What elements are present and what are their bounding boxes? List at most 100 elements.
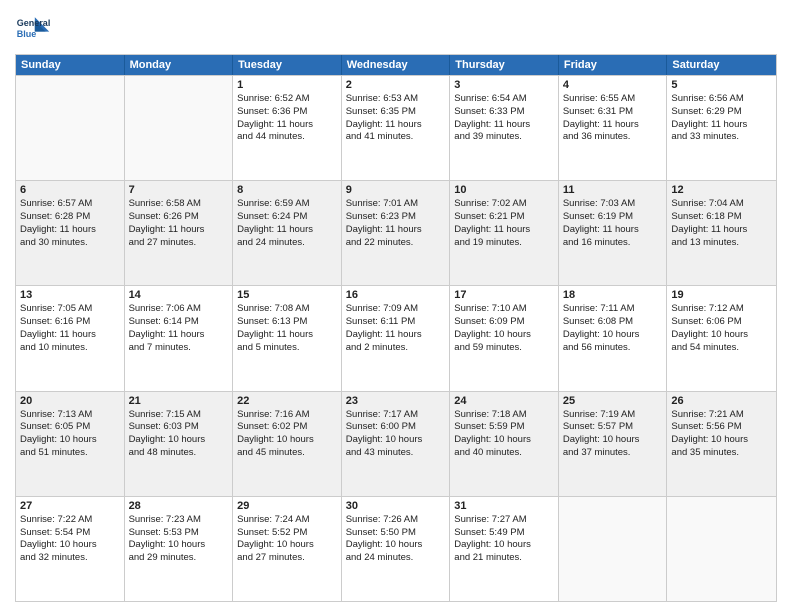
logo: General Blue bbox=[15, 10, 51, 46]
day-number: 12 bbox=[671, 184, 772, 196]
cell-info-line: Sunset: 6:13 PM bbox=[237, 316, 337, 329]
calendar-cell bbox=[125, 76, 234, 180]
calendar-cell: 17Sunrise: 7:10 AMSunset: 6:09 PMDayligh… bbox=[450, 286, 559, 390]
cell-info-line: Daylight: 10 hours bbox=[454, 434, 554, 447]
cell-info-line: Sunrise: 7:16 AM bbox=[237, 409, 337, 422]
calendar-cell: 6Sunrise: 6:57 AMSunset: 6:28 PMDaylight… bbox=[16, 181, 125, 285]
day-number: 20 bbox=[20, 395, 120, 407]
cell-info-line: Daylight: 11 hours bbox=[129, 224, 229, 237]
cell-info-line: Sunrise: 7:22 AM bbox=[20, 514, 120, 527]
cell-info-line: and 54 minutes. bbox=[671, 342, 772, 355]
calendar-cell: 15Sunrise: 7:08 AMSunset: 6:13 PMDayligh… bbox=[233, 286, 342, 390]
cell-info-line: Sunrise: 7:23 AM bbox=[129, 514, 229, 527]
cell-info-line: Daylight: 11 hours bbox=[237, 119, 337, 132]
cell-info-line: and 51 minutes. bbox=[20, 447, 120, 460]
cell-info-line: and 13 minutes. bbox=[671, 237, 772, 250]
cell-info-line: and 2 minutes. bbox=[346, 342, 446, 355]
calendar-week-2: 6Sunrise: 6:57 AMSunset: 6:28 PMDaylight… bbox=[16, 180, 776, 285]
cell-info-line: and 24 minutes. bbox=[346, 552, 446, 565]
cell-info-line: Sunrise: 7:03 AM bbox=[563, 198, 663, 211]
day-number: 5 bbox=[671, 79, 772, 91]
header-day-sunday: Sunday bbox=[16, 55, 125, 75]
cell-info-line: Sunrise: 6:56 AM bbox=[671, 93, 772, 106]
day-number: 2 bbox=[346, 79, 446, 91]
calendar-week-3: 13Sunrise: 7:05 AMSunset: 6:16 PMDayligh… bbox=[16, 285, 776, 390]
cell-info-line: Sunrise: 6:58 AM bbox=[129, 198, 229, 211]
calendar-cell: 9Sunrise: 7:01 AMSunset: 6:23 PMDaylight… bbox=[342, 181, 451, 285]
header-day-thursday: Thursday bbox=[450, 55, 559, 75]
day-number: 3 bbox=[454, 79, 554, 91]
calendar-cell: 23Sunrise: 7:17 AMSunset: 6:00 PMDayligh… bbox=[342, 392, 451, 496]
cell-info-line: and 19 minutes. bbox=[454, 237, 554, 250]
cell-info-line: and 7 minutes. bbox=[129, 342, 229, 355]
cell-info-line: Daylight: 10 hours bbox=[129, 539, 229, 552]
cell-info-line: Sunrise: 7:04 AM bbox=[671, 198, 772, 211]
cell-info-line: Sunset: 5:53 PM bbox=[129, 527, 229, 540]
calendar-cell: 2Sunrise: 6:53 AMSunset: 6:35 PMDaylight… bbox=[342, 76, 451, 180]
cell-info-line: Sunrise: 7:13 AM bbox=[20, 409, 120, 422]
cell-info-line: and 30 minutes. bbox=[20, 237, 120, 250]
generalblue-icon: General Blue bbox=[15, 10, 51, 46]
calendar-cell: 5Sunrise: 6:56 AMSunset: 6:29 PMDaylight… bbox=[667, 76, 776, 180]
cell-info-line: Sunset: 6:14 PM bbox=[129, 316, 229, 329]
calendar-cell: 12Sunrise: 7:04 AMSunset: 6:18 PMDayligh… bbox=[667, 181, 776, 285]
cell-info-line: Sunset: 6:00 PM bbox=[346, 421, 446, 434]
calendar-cell bbox=[667, 497, 776, 601]
cell-info-line: Sunrise: 7:24 AM bbox=[237, 514, 337, 527]
cell-info-line: Sunrise: 7:21 AM bbox=[671, 409, 772, 422]
cell-info-line: and 29 minutes. bbox=[129, 552, 229, 565]
cell-info-line: Daylight: 10 hours bbox=[671, 434, 772, 447]
day-number: 25 bbox=[563, 395, 663, 407]
calendar-cell: 28Sunrise: 7:23 AMSunset: 5:53 PMDayligh… bbox=[125, 497, 234, 601]
cell-info-line: Daylight: 10 hours bbox=[563, 434, 663, 447]
cell-info-line: Daylight: 11 hours bbox=[346, 119, 446, 132]
cell-info-line: Sunset: 5:54 PM bbox=[20, 527, 120, 540]
cell-info-line: Daylight: 11 hours bbox=[563, 224, 663, 237]
calendar-cell: 10Sunrise: 7:02 AMSunset: 6:21 PMDayligh… bbox=[450, 181, 559, 285]
day-number: 19 bbox=[671, 289, 772, 301]
calendar-cell bbox=[16, 76, 125, 180]
cell-info-line: Sunrise: 7:09 AM bbox=[346, 303, 446, 316]
calendar-cell: 21Sunrise: 7:15 AMSunset: 6:03 PMDayligh… bbox=[125, 392, 234, 496]
cell-info-line: Sunset: 6:19 PM bbox=[563, 211, 663, 224]
cell-info-line: and 16 minutes. bbox=[563, 237, 663, 250]
calendar-header-row: SundayMondayTuesdayWednesdayThursdayFrid… bbox=[16, 55, 776, 75]
calendar-cell: 22Sunrise: 7:16 AMSunset: 6:02 PMDayligh… bbox=[233, 392, 342, 496]
cell-info-line: and 45 minutes. bbox=[237, 447, 337, 460]
calendar-cell: 30Sunrise: 7:26 AMSunset: 5:50 PMDayligh… bbox=[342, 497, 451, 601]
cell-info-line: Sunset: 6:33 PM bbox=[454, 106, 554, 119]
cell-info-line: Sunrise: 6:59 AM bbox=[237, 198, 337, 211]
cell-info-line: Daylight: 11 hours bbox=[563, 119, 663, 132]
calendar-body: 1Sunrise: 6:52 AMSunset: 6:36 PMDaylight… bbox=[16, 75, 776, 601]
day-number: 8 bbox=[237, 184, 337, 196]
day-number: 1 bbox=[237, 79, 337, 91]
day-number: 29 bbox=[237, 500, 337, 512]
cell-info-line: and 27 minutes. bbox=[129, 237, 229, 250]
day-number: 11 bbox=[563, 184, 663, 196]
day-number: 18 bbox=[563, 289, 663, 301]
cell-info-line: Daylight: 11 hours bbox=[346, 224, 446, 237]
cell-info-line: Daylight: 10 hours bbox=[237, 539, 337, 552]
cell-info-line: Sunset: 6:08 PM bbox=[563, 316, 663, 329]
cell-info-line: Sunset: 6:09 PM bbox=[454, 316, 554, 329]
header-day-friday: Friday bbox=[559, 55, 668, 75]
cell-info-line: and 5 minutes. bbox=[237, 342, 337, 355]
header-day-monday: Monday bbox=[125, 55, 234, 75]
cell-info-line: Sunrise: 7:05 AM bbox=[20, 303, 120, 316]
cell-info-line: Sunset: 6:18 PM bbox=[671, 211, 772, 224]
cell-info-line: and 27 minutes. bbox=[237, 552, 337, 565]
day-number: 23 bbox=[346, 395, 446, 407]
cell-info-line: Daylight: 10 hours bbox=[454, 329, 554, 342]
cell-info-line: Daylight: 10 hours bbox=[129, 434, 229, 447]
cell-info-line: Daylight: 10 hours bbox=[563, 329, 663, 342]
cell-info-line: and 24 minutes. bbox=[237, 237, 337, 250]
cell-info-line: Sunrise: 7:01 AM bbox=[346, 198, 446, 211]
cell-info-line: Sunset: 6:21 PM bbox=[454, 211, 554, 224]
day-number: 13 bbox=[20, 289, 120, 301]
calendar-cell: 19Sunrise: 7:12 AMSunset: 6:06 PMDayligh… bbox=[667, 286, 776, 390]
calendar-cell: 11 Sunrise: 7:03 AMSunset: 6:19 PMDayligh… bbox=[559, 181, 668, 285]
cell-info-line: Sunset: 6:28 PM bbox=[20, 211, 120, 224]
day-number: 6 bbox=[20, 184, 120, 196]
cell-info-line: Sunset: 5:59 PM bbox=[454, 421, 554, 434]
header-day-saturday: Saturday bbox=[667, 55, 776, 75]
